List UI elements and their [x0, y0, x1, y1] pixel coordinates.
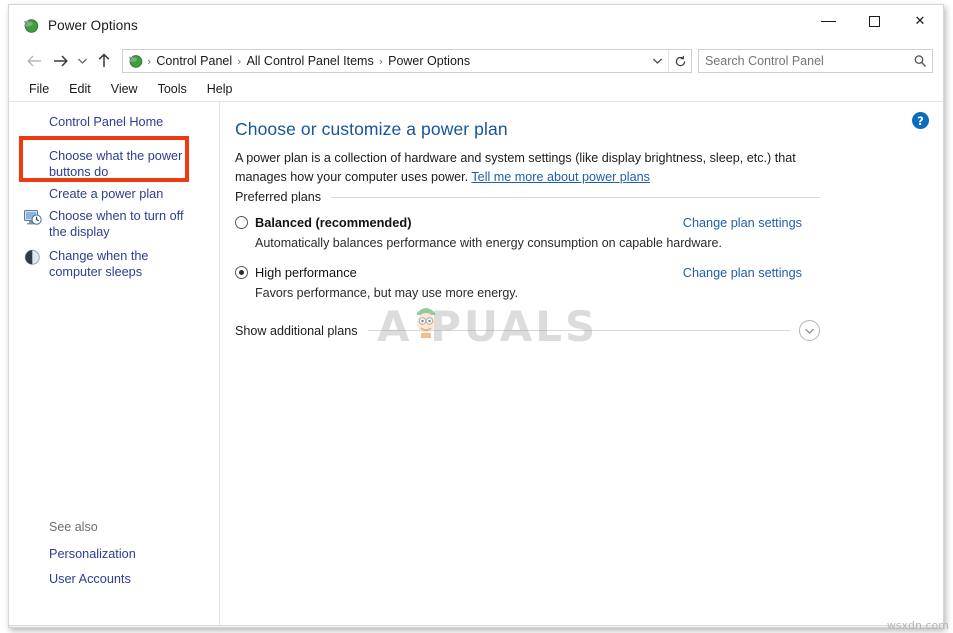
menu-item-tools[interactable]: Tools [148, 80, 197, 98]
recent-locations-button[interactable] [73, 48, 91, 74]
search-box[interactable] [698, 49, 933, 73]
page-title: Choose or customize a power plan [235, 119, 508, 140]
moon-icon [23, 248, 42, 267]
plan-header-row: High performance Change plan settings [235, 265, 820, 280]
search-icon[interactable] [908, 54, 932, 68]
sidebar-item-create-power-plan[interactable]: Create a power plan [23, 186, 208, 205]
sidebar: Control Panel Home Choose what the power… [9, 102, 220, 625]
address-dropdown-button[interactable] [646, 50, 668, 72]
sidebar-item-label: Create a power plan [49, 186, 204, 202]
radio-balanced[interactable] [235, 216, 248, 229]
sidebar-item-label: Change when the computer sleeps [49, 248, 204, 280]
refresh-button[interactable] [668, 50, 691, 72]
show-additional-plans-label: Show additional plans [235, 324, 368, 338]
close-button[interactable]: ✕ [897, 5, 943, 38]
breadcrumb-power-plug-icon [127, 53, 143, 69]
expander-button[interactable] [799, 320, 820, 341]
help-button[interactable]: ? [912, 112, 929, 129]
close-icon: ✕ [915, 15, 926, 28]
see-also-item-personalization[interactable]: Personalization [49, 547, 214, 561]
up-button[interactable] [91, 48, 117, 74]
breadcrumb-separator: › [145, 55, 153, 68]
window-controls: ✕ [805, 5, 943, 45]
minimize-button[interactable] [805, 5, 851, 38]
preferred-plans-group-header: Preferred plans [235, 190, 820, 204]
window-title: Power Options [48, 18, 138, 33]
see-also-section: See also Personalization User Accounts [49, 520, 214, 597]
plan-name-label: High performance [255, 265, 357, 280]
breadcrumb-item-all-control-panel-items[interactable]: All Control Panel Items [244, 54, 377, 68]
group-header-label: Preferred plans [235, 190, 331, 204]
sidebar-item-label: Choose when to turn off the display [49, 208, 204, 240]
minimize-icon [821, 21, 836, 22]
group-header-rule [331, 197, 820, 198]
menu-item-file[interactable]: File [19, 80, 59, 98]
address-bar[interactable]: › Control Panel › All Control Panel Item… [122, 49, 692, 73]
power-options-window: Power Options ✕ [8, 4, 944, 628]
up-arrow-icon [97, 53, 111, 69]
status-bar: 0 items Computer [9, 625, 943, 628]
plan-description: Automatically balances performance with … [255, 236, 820, 250]
sidebar-item-computer-sleeps[interactable]: Change when the computer sleeps [23, 248, 208, 280]
window-body: Control Panel Home Choose what the power… [9, 102, 943, 625]
chevron-down-icon [804, 327, 815, 335]
power-plan-option-high-performance[interactable]: High performance Change plan settings Fa… [235, 265, 820, 300]
breadcrumb-separator: › [377, 55, 385, 68]
maximize-button[interactable] [851, 5, 897, 38]
forward-button[interactable] [47, 48, 73, 74]
content-pane: ? Choose or customize a power plan A pow… [220, 102, 943, 625]
plan-description: Favors performance, but may use more ene… [255, 286, 820, 300]
blank-icon [23, 148, 42, 167]
sidebar-item-label: Choose what the power buttons do [49, 148, 204, 180]
power-plan-option-balanced[interactable]: Balanced (recommended) Change plan setti… [235, 215, 820, 250]
change-plan-settings-link-balanced[interactable]: Change plan settings [683, 216, 802, 230]
page-description: A power plan is a collection of hardware… [235, 149, 833, 186]
show-additional-plans-row[interactable]: Show additional plans [235, 320, 820, 341]
sidebar-item-choose-power-buttons[interactable]: Choose what the power buttons do [23, 148, 208, 180]
navigation-bar: › Control Panel › All Control Panel Item… [9, 45, 943, 77]
see-also-item-user-accounts[interactable]: User Accounts [49, 572, 214, 586]
power-plug-icon [22, 17, 39, 34]
see-also-title: See also [49, 520, 214, 534]
breadcrumb-separator: › [235, 55, 243, 68]
refresh-icon [674, 55, 687, 68]
display-clock-icon [23, 208, 42, 227]
breadcrumb-item-power-options[interactable]: Power Options [385, 54, 473, 68]
show-additional-plans-rule [368, 330, 790, 331]
forward-arrow-icon [52, 54, 69, 68]
radio-high-performance[interactable] [235, 266, 248, 279]
maximize-icon [869, 16, 880, 27]
tell-me-more-link[interactable]: Tell me more about power plans [471, 170, 650, 184]
sidebar-item-turn-off-display[interactable]: Choose when to turn off the display [23, 208, 208, 240]
chevron-down-icon [77, 57, 88, 65]
back-arrow-icon [26, 54, 43, 68]
menu-bar: File Edit View Tools Help [9, 77, 943, 102]
screenshot-root: Power Options ✕ [0, 0, 953, 633]
blank-icon [23, 186, 42, 205]
plan-header-row: Balanced (recommended) Change plan setti… [235, 215, 820, 230]
plan-name-label: Balanced (recommended) [255, 215, 411, 230]
menu-item-help[interactable]: Help [197, 80, 243, 98]
breadcrumb-item-control-panel[interactable]: Control Panel [153, 54, 235, 68]
change-plan-settings-link-high-performance[interactable]: Change plan settings [683, 266, 802, 280]
title-bar: Power Options ✕ [9, 5, 943, 45]
menu-item-edit[interactable]: Edit [59, 80, 101, 98]
menu-item-view[interactable]: View [101, 80, 148, 98]
sidebar-item-control-panel-home[interactable]: Control Panel Home [49, 114, 163, 130]
search-input[interactable] [699, 54, 908, 68]
back-button[interactable] [21, 48, 47, 74]
chevron-down-icon [652, 57, 663, 65]
